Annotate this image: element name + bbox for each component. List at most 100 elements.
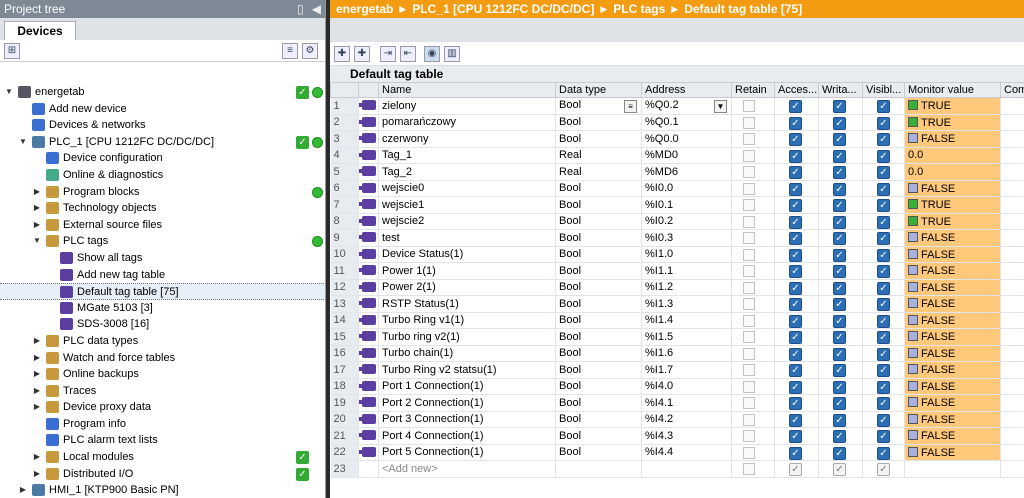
checkbox[interactable]: ✓ (789, 331, 802, 345)
visible-cell[interactable]: ✓ (862, 163, 905, 181)
retain-cell[interactable] (731, 163, 775, 181)
checkbox[interactable]: ✓ (789, 413, 802, 427)
checkbox[interactable]: ✓ (877, 347, 890, 361)
checkbox[interactable]: ✓ (877, 265, 890, 279)
retain-cell[interactable] (731, 279, 775, 296)
data-type-cell[interactable]: Bool (555, 196, 642, 214)
retain-cell[interactable] (731, 180, 775, 197)
visible-cell[interactable]: ✓ (862, 427, 905, 445)
column-header-monitor[interactable]: Monitor value (904, 82, 1001, 98)
comment-cell[interactable] (1000, 262, 1024, 280)
retain-checkbox[interactable] (743, 133, 755, 146)
tree-item[interactable]: ▶ Technology objects (0, 200, 325, 217)
address-cell[interactable]: %I4.2 (641, 411, 732, 428)
column-header-address[interactable]: Address (641, 82, 732, 98)
comment-cell[interactable] (1000, 345, 1024, 362)
checkbox[interactable]: ✓ (789, 248, 802, 262)
checkbox[interactable]: ✓ (877, 166, 890, 180)
tree-item[interactable]: Online & diagnostics (0, 167, 325, 184)
tag-name-cell[interactable]: zielony (378, 97, 556, 115)
address-cell[interactable]: %I4.1 (641, 394, 732, 412)
retain-cell[interactable] (731, 114, 775, 131)
tag-name-cell[interactable]: RSTP Status(1) (378, 295, 556, 313)
accessible-cell[interactable]: ✓ (774, 213, 819, 230)
data-type-cell[interactable]: Bool (555, 444, 642, 461)
collapse-left-icon[interactable]: ◀ (312, 2, 321, 16)
tree-item[interactable]: Program info (0, 416, 325, 433)
checkbox[interactable]: ✓ (877, 413, 890, 427)
visible-cell[interactable]: ✓ (862, 279, 905, 296)
data-type-cell[interactable]: Bool (555, 246, 642, 263)
data-type-cell[interactable]: Bool ≡ (555, 97, 642, 115)
breadcrumb-item-project[interactable]: energetab (336, 2, 393, 16)
checkbox[interactable]: ✓ (877, 281, 890, 295)
expand-right-icon[interactable]: ▶ (32, 466, 42, 483)
data-type-cell[interactable]: Bool (555, 114, 642, 131)
accessible-cell[interactable]: ✓ (774, 328, 819, 346)
accessible-cell[interactable]: ✓ (774, 180, 819, 197)
tree-item[interactable]: ▶ HMI_1 [KTP900 Basic PN] (0, 482, 325, 498)
tab-devices[interactable]: Devices (4, 21, 76, 41)
chevron-down-icon[interactable]: ▼ (714, 99, 727, 113)
expand-right-icon[interactable]: ▶ (32, 200, 42, 217)
checkbox[interactable]: ✓ (789, 232, 802, 246)
comment-cell[interactable] (1000, 427, 1024, 445)
retain-checkbox[interactable] (743, 166, 755, 179)
comment-cell[interactable] (1000, 229, 1024, 247)
checkbox[interactable]: ✓ (877, 380, 890, 394)
pin-icon[interactable]: ▯ (297, 2, 304, 16)
comment-cell[interactable] (1000, 312, 1024, 329)
tree-item[interactable]: ▼ PLC_1 [CPU 1212FC DC/DC/DC] ✓ (0, 134, 325, 151)
visible-cell[interactable]: ✓ (862, 114, 905, 131)
visible-cell[interactable]: ✓ (862, 411, 905, 428)
visible-cell[interactable]: ✓ (862, 328, 905, 346)
comment-cell[interactable] (1000, 279, 1024, 296)
checkbox[interactable]: ✓ (789, 347, 802, 361)
writable-cell[interactable]: ✓ (818, 114, 863, 131)
data-type-cell[interactable]: Real (555, 147, 642, 164)
accessible-cell[interactable]: ✓ (774, 345, 819, 362)
visible-cell[interactable]: ✓ (862, 460, 905, 478)
tree-item[interactable]: ▶ Online backups (0, 366, 325, 383)
retain-cell[interactable] (731, 411, 775, 428)
checkbox[interactable]: ✓ (877, 248, 890, 262)
retain-checkbox[interactable] (743, 331, 755, 344)
retain-cell[interactable] (731, 147, 775, 164)
retain-cell[interactable] (731, 97, 775, 115)
data-type-cell[interactable]: Bool (555, 180, 642, 197)
checkbox[interactable]: ✓ (833, 298, 846, 312)
tag-name-cell[interactable]: Port 1 Connection(1) (378, 378, 556, 395)
data-type-cell[interactable]: Real (555, 163, 642, 181)
add-row-icon[interactable]: ✚ (334, 46, 350, 62)
checkbox[interactable]: ✓ (833, 446, 846, 460)
writable-cell[interactable]: ✓ (818, 312, 863, 329)
comment-cell[interactable] (1000, 295, 1024, 313)
writable-cell[interactable]: ✓ (818, 213, 863, 230)
tree-item[interactable]: ▼ PLC tags (0, 233, 325, 250)
address-cell[interactable]: %I4.4 (641, 444, 732, 461)
column-header-comment[interactable]: Com (1000, 82, 1024, 98)
retain-checkbox[interactable] (743, 397, 755, 410)
checkbox[interactable]: ✓ (877, 149, 890, 163)
accessible-cell[interactable]: ✓ (774, 460, 819, 478)
checkbox[interactable]: ✓ (877, 298, 890, 312)
retain-cell[interactable] (731, 345, 775, 362)
checkbox[interactable]: ✓ (789, 430, 802, 444)
columns-icon[interactable]: ▥ (444, 46, 460, 62)
checkbox[interactable]: ✓ (833, 430, 846, 444)
checkbox[interactable]: ✓ (833, 281, 846, 295)
writable-cell[interactable]: ✓ (818, 411, 863, 428)
visible-cell[interactable]: ✓ (862, 262, 905, 280)
tag-name-cell[interactable]: wejscie1 (378, 196, 556, 214)
monitor-all-icon[interactable]: ◉ (424, 46, 440, 62)
address-cell[interactable]: %I1.7 (641, 361, 732, 379)
retain-cell[interactable] (731, 246, 775, 263)
checkbox[interactable]: ✓ (877, 364, 890, 378)
retain-checkbox[interactable] (743, 248, 755, 261)
checkbox[interactable]: ✓ (833, 149, 846, 163)
writable-cell[interactable]: ✓ (818, 229, 863, 247)
retain-cell[interactable] (731, 444, 775, 461)
address-cell[interactable]: %I0.3 (641, 229, 732, 247)
checkbox[interactable]: ✓ (833, 182, 846, 196)
accessible-cell[interactable]: ✓ (774, 97, 819, 115)
